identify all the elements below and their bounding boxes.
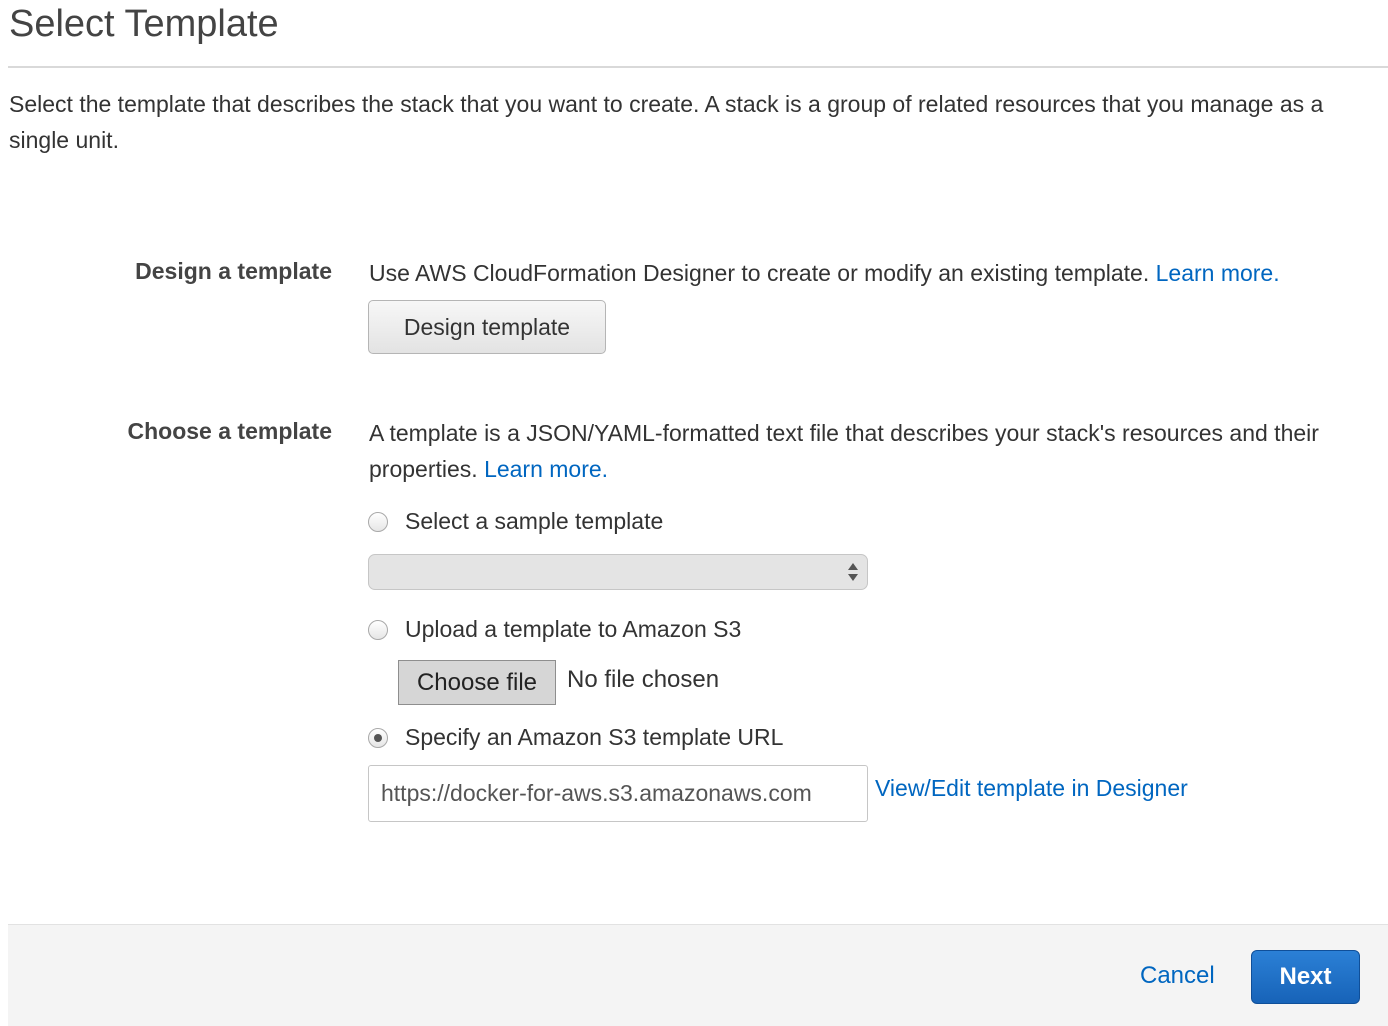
- sample-template-label: Select a sample template: [405, 508, 664, 534]
- next-button[interactable]: Next: [1251, 950, 1360, 1004]
- file-status-text: No file chosen: [567, 666, 720, 693]
- design-description-text: Use AWS CloudFormation Designer to creat…: [369, 260, 1150, 286]
- design-template-description: Use AWS CloudFormation Designer to creat…: [369, 255, 1280, 291]
- choose-learn-more-link[interactable]: Learn more.: [484, 456, 608, 482]
- s3-url-option[interactable]: Specify an Amazon S3 template URL: [368, 724, 783, 751]
- cancel-button[interactable]: Cancel: [1140, 962, 1215, 990]
- s3-url-radio[interactable]: [368, 727, 388, 748]
- upload-template-radio[interactable]: [368, 619, 388, 640]
- design-template-button[interactable]: Design template: [368, 300, 606, 354]
- choose-template-description: A template is a JSON/YAML-formatted text…: [369, 415, 1379, 487]
- upload-template-option[interactable]: Upload a template to Amazon S3: [368, 616, 741, 643]
- choose-file-button[interactable]: Choose file: [398, 660, 556, 705]
- view-edit-designer-link[interactable]: View/Edit template in Designer: [875, 775, 1188, 802]
- design-learn-more-link[interactable]: Learn more.: [1156, 260, 1280, 286]
- design-template-label: Design a template: [135, 258, 332, 284]
- s3-url-input[interactable]: [368, 765, 868, 822]
- page-intro: Select the template that describes the s…: [9, 91, 1324, 153]
- choose-template-label: Choose a template: [127, 418, 333, 444]
- sample-template-option[interactable]: Select a sample template: [368, 508, 663, 535]
- sample-template-select[interactable]: [368, 554, 868, 590]
- select-arrows-icon: [848, 563, 858, 581]
- sample-template-radio[interactable]: [368, 511, 388, 532]
- title-divider: [8, 66, 1388, 68]
- upload-template-label: Upload a template to Amazon S3: [405, 616, 742, 642]
- s3-url-label: Specify an Amazon S3 template URL: [405, 724, 784, 750]
- page-title: Select Template: [9, 3, 279, 45]
